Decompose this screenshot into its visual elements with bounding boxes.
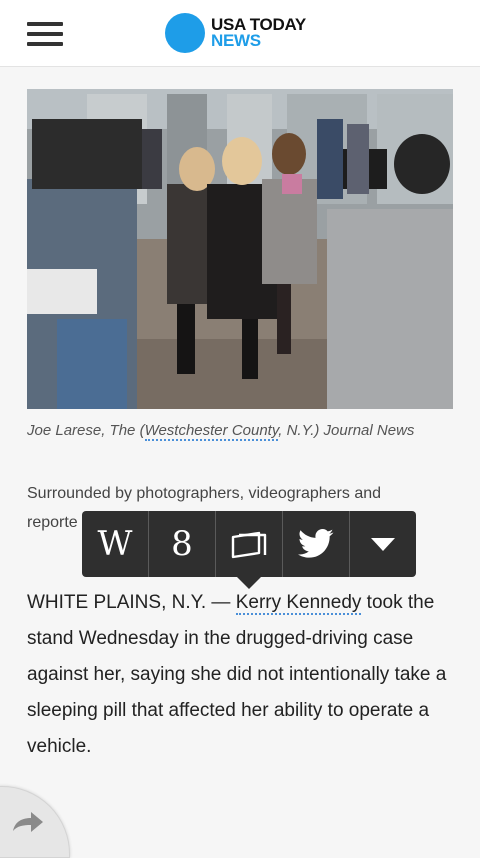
share-corner-button[interactable] <box>0 786 70 858</box>
dropdown-arrow-icon <box>371 538 395 551</box>
article-body: WHITE PLAINS, N.Y. — Kerry Kennedy took … <box>27 585 459 765</box>
article-dateline: WHITE PLAINS, N.Y. — <box>27 592 236 613</box>
article-link-kerry-kennedy[interactable]: Kerry Kennedy <box>235 592 362 615</box>
google-button[interactable]: 8 <box>149 511 216 577</box>
reader-icon <box>231 531 267 559</box>
caption-line-1: Surrounded by photographers, videographe… <box>27 485 382 502</box>
brand-subtitle: NEWS <box>211 31 261 50</box>
twitter-button[interactable] <box>283 511 350 577</box>
brand-logo[interactable]: USA TODAY NEWS <box>165 13 306 53</box>
top-bar: USA TODAY NEWS <box>0 0 480 67</box>
twitter-icon <box>298 529 334 558</box>
text-selection-share-toolbar: W 8 <box>82 511 416 577</box>
credit-link-westchester[interactable]: Westchester County <box>144 422 279 441</box>
credit-prefix: Joe Larese, The ( <box>27 422 145 439</box>
photo-illustration <box>27 89 453 409</box>
share-arrow-icon <box>13 812 43 832</box>
brand-dot-icon <box>165 13 205 53</box>
hamburger-menu-icon[interactable] <box>27 22 63 46</box>
article-text: took the stand Wednesday in the drugged-… <box>27 592 447 757</box>
wikipedia-button[interactable]: W <box>82 511 149 577</box>
credit-suffix: , N.Y.) Journal News <box>278 422 415 439</box>
more-options-button[interactable] <box>350 511 416 577</box>
reader-button[interactable] <box>216 511 283 577</box>
photo-credit: Joe Larese, The (Westchester County, N.Y… <box>27 416 447 446</box>
article-photo[interactable] <box>27 89 453 409</box>
